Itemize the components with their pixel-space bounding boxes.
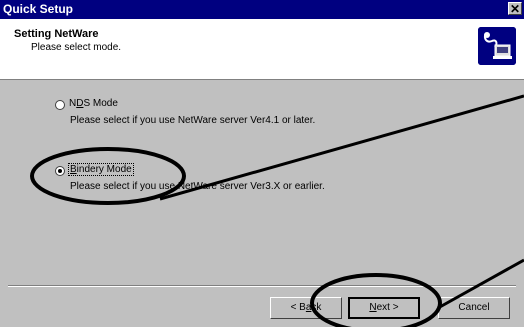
quick-setup-dialog: Quick Setup ✕ Setting NetWare Please sel… [0, 0, 524, 327]
callout-ellipse-bindery [30, 147, 186, 205]
callout-line-next [437, 258, 524, 310]
callout-line-bindery [159, 94, 524, 201]
annotation-overlay [30, 94, 524, 327]
callout-ellipse-next [310, 273, 442, 327]
